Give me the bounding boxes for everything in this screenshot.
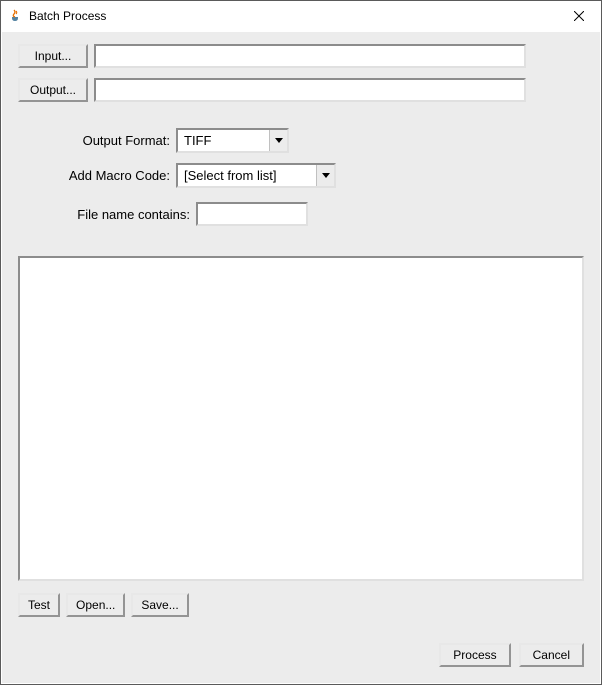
output-format-row: Output Format: TIFF xyxy=(18,128,584,153)
macro-select[interactable]: [Select from list] xyxy=(176,163,336,188)
output-format-label: Output Format: xyxy=(18,133,176,148)
window-title: Batch Process xyxy=(29,9,556,23)
chevron-down-icon xyxy=(269,130,287,151)
close-button[interactable] xyxy=(556,2,601,31)
options-section: Output Format: TIFF Add Macro Code: [Sel… xyxy=(18,128,584,236)
close-icon xyxy=(574,11,584,21)
script-buttons-row: Test Open... Save... xyxy=(18,593,584,617)
macro-label: Add Macro Code: xyxy=(18,168,176,183)
filename-contains-field[interactable] xyxy=(196,202,308,226)
chevron-down-icon xyxy=(316,165,334,186)
titlebar: Batch Process xyxy=(1,1,601,31)
process-button[interactable]: Process xyxy=(439,643,510,667)
output-format-select[interactable]: TIFF xyxy=(176,128,289,153)
java-icon xyxy=(7,8,23,24)
save-button[interactable]: Save... xyxy=(131,593,188,617)
output-path-field[interactable] xyxy=(94,78,526,102)
batch-process-window: Batch Process Input... Output... Output … xyxy=(0,0,602,685)
input-path-field[interactable] xyxy=(94,44,526,68)
output-button[interactable]: Output... xyxy=(18,78,88,102)
dialog-content: Input... Output... Output Format: TIFF A… xyxy=(2,32,600,683)
input-row: Input... xyxy=(18,44,584,68)
dialog-buttons-row: Process Cancel xyxy=(18,643,584,667)
filename-row: File name contains: xyxy=(18,202,584,226)
cancel-button[interactable]: Cancel xyxy=(519,643,584,667)
output-row: Output... xyxy=(18,78,584,102)
output-format-value: TIFF xyxy=(178,133,269,148)
test-button[interactable]: Test xyxy=(18,593,60,617)
filename-label: File name contains: xyxy=(18,207,196,222)
script-textarea[interactable] xyxy=(18,256,584,581)
open-button[interactable]: Open... xyxy=(66,593,125,617)
input-button[interactable]: Input... xyxy=(18,44,88,68)
macro-value: [Select from list] xyxy=(178,168,316,183)
macro-row: Add Macro Code: [Select from list] xyxy=(18,163,584,188)
